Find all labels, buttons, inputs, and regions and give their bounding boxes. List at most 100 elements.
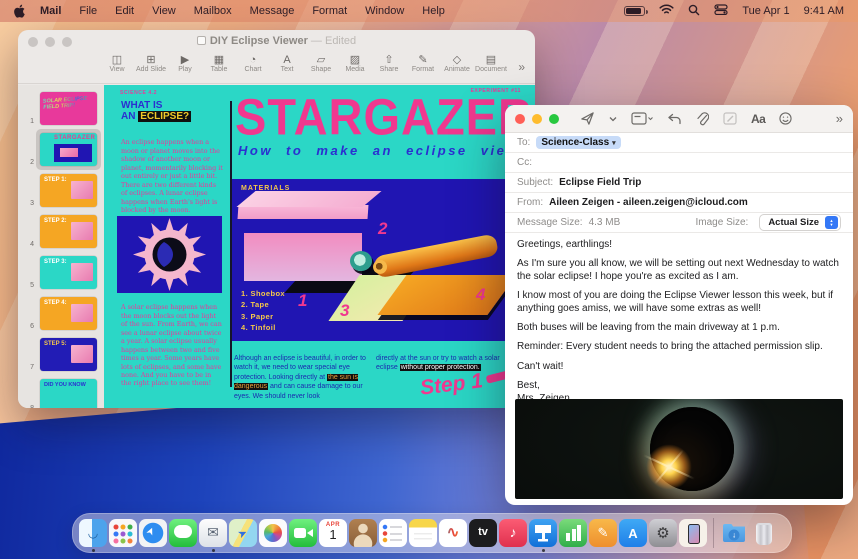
menubar-clock-date[interactable]: Tue Apr 1 <box>742 5 789 17</box>
menu-view[interactable]: View <box>143 5 185 17</box>
slide-thumbnail-8[interactable]: 8 DID YOU KNOW <box>18 376 104 408</box>
dock-finder-icon[interactable] <box>79 519 107 547</box>
slide-thumbnail-2-selected[interactable]: 2 STARGAZER <box>18 130 104 170</box>
desktop: Mail File Edit View Mailbox Message Form… <box>0 0 858 559</box>
toolbar-text-button[interactable]: AText <box>270 54 304 73</box>
dock-iphone-mirroring-icon[interactable] <box>679 519 707 547</box>
toolbar-play-button[interactable]: ▶Play <box>168 54 202 73</box>
format-button[interactable]: Aa <box>751 112 765 126</box>
toolbar-overflow-chevron[interactable]: » <box>518 54 525 80</box>
toolbar-add-slide-button[interactable]: ⊞Add Slide <box>134 54 168 73</box>
eclipse-photo-attachment[interactable] <box>515 399 843 499</box>
mail-toolbar-overflow-chevron[interactable]: » <box>836 111 843 126</box>
menu-message[interactable]: Message <box>241 5 304 17</box>
dock-maps-icon[interactable] <box>229 519 257 547</box>
toolbar-format-button[interactable]: ✎Format <box>406 54 440 73</box>
dock-keynote-icon[interactable] <box>529 519 557 547</box>
header-fields-button[interactable] <box>631 112 653 125</box>
subject-field[interactable]: Subject: Eclipse Field Trip <box>505 173 853 193</box>
image-size-label: Image Size: <box>696 217 749 228</box>
dock-launchpad-icon[interactable] <box>109 519 137 547</box>
slide-thumbnail-3[interactable]: 3 STEP 1: <box>18 171 104 211</box>
keynote-window: DIY Eclipse Viewer — Edited ◫View ⊞Add S… <box>18 30 535 408</box>
mail-traffic-lights[interactable] <box>515 114 559 124</box>
dock-app-store-icon[interactable] <box>619 519 647 547</box>
emoji-button[interactable] <box>779 112 792 125</box>
image-size-select[interactable]: Actual Size ▲▼ <box>759 214 841 231</box>
markup-button[interactable] <box>723 112 737 125</box>
dock-calendar-icon[interactable]: APR 1 <box>319 519 347 547</box>
toolbar-shape-button[interactable]: ▱Shape <box>304 54 338 73</box>
from-field[interactable]: From: Aileen Zeigen - aileen.zeigen@iclo… <box>505 193 853 213</box>
slide-thumbnail-5[interactable]: 5 STEP 3: <box>18 253 104 293</box>
sun-illustration-box <box>117 216 222 293</box>
dock-system-settings-icon[interactable] <box>649 519 677 547</box>
dock-numbers-icon[interactable] <box>559 519 587 547</box>
menu-format[interactable]: Format <box>303 5 356 17</box>
attach-file-button[interactable] <box>696 112 709 126</box>
menu-file[interactable]: File <box>70 5 106 17</box>
slide-thumbnail-4[interactable]: 4 STEP 2: <box>18 212 104 252</box>
menubar-clock-time[interactable]: 9:41 AM <box>804 5 844 17</box>
body-paragraph: Can't wait! <box>517 361 841 373</box>
reply-indicator-icon[interactable] <box>667 113 682 125</box>
tinfoil-roll-illustration <box>373 233 499 278</box>
dock-apple-tv-icon[interactable] <box>469 519 497 547</box>
minimize-button[interactable] <box>532 114 542 124</box>
dock-pages-icon[interactable] <box>589 519 617 547</box>
spotlight-search-icon[interactable] <box>688 4 700 19</box>
slide-thumbnail-1[interactable]: 1 SOLAR ECLIPSE FIELD TRIP! <box>18 89 104 129</box>
slide-thumbnail-6[interactable]: 6 STEP 4: <box>18 294 104 334</box>
toolbar-chart-button[interactable]: ◔Chart <box>236 54 270 73</box>
slide-thumbnail-7[interactable]: 7 STEP 5: <box>18 335 104 375</box>
dock-photos-icon[interactable] <box>259 519 287 547</box>
dock-messages-icon[interactable] <box>169 519 197 547</box>
slide-navigator: 1 SOLAR ECLIPSE FIELD TRIP! 2 STARGAZER … <box>18 85 104 408</box>
menu-edit[interactable]: Edit <box>106 5 143 17</box>
slide-canvas[interactable]: SCIENCE 4.2 EXPERIMENT #11 WHAT IS AN EC… <box>104 85 535 408</box>
toolbar-table-button[interactable]: ▦Table <box>202 54 236 73</box>
material-number-4: 4 <box>476 285 485 305</box>
send-options-chevron-icon[interactable] <box>609 116 617 122</box>
dock-safari-icon[interactable] <box>139 519 167 547</box>
zoom-button[interactable] <box>549 114 559 124</box>
dock-reminders-icon[interactable] <box>379 519 407 547</box>
body-paragraph: Greetings, earthlings! <box>517 239 841 251</box>
shape-icon: ▱ <box>304 54 338 66</box>
menu-app-name[interactable]: Mail <box>31 5 70 17</box>
dock-contacts-icon[interactable] <box>349 519 377 547</box>
play-icon: ▶ <box>168 54 202 66</box>
share-icon: ⇧ <box>372 54 406 66</box>
wifi-icon[interactable] <box>659 4 674 18</box>
toolbar-share-button[interactable]: ⇧Share <box>372 54 406 73</box>
control-center-icon[interactable] <box>714 4 728 18</box>
menu-help[interactable]: Help <box>413 5 454 17</box>
send-button[interactable] <box>580 111 595 126</box>
toolbar-document-button[interactable]: ▤Document <box>474 54 508 73</box>
toolbar-media-button[interactable]: ▨Media <box>338 54 372 73</box>
dock-notes-icon[interactable] <box>409 519 437 547</box>
dock-facetime-icon[interactable] <box>289 519 317 547</box>
apple-menu-icon[interactable] <box>14 4 27 18</box>
dock-downloads-icon[interactable] <box>720 519 748 547</box>
toolbar-animate-button[interactable]: ◇Animate <box>440 54 474 73</box>
to-recipient-token[interactable]: Science-Class▾ <box>536 136 620 149</box>
dock-music-icon[interactable] <box>499 519 527 547</box>
toolbar-view-button[interactable]: ◫View <box>100 54 134 73</box>
to-field[interactable]: To: Science-Class▾ <box>505 133 853 153</box>
eclipse-diamond-ring-flare <box>646 444 692 490</box>
cc-field[interactable]: Cc: <box>505 153 853 173</box>
select-stepper-icon: ▲▼ <box>825 216 838 229</box>
dock-freeform-icon[interactable] <box>439 519 467 547</box>
menu-window[interactable]: Window <box>356 5 413 17</box>
menu-mailbox[interactable]: Mailbox <box>185 5 241 17</box>
dock-mail-icon[interactable] <box>199 519 227 547</box>
media-icon: ▨ <box>338 54 372 66</box>
close-button[interactable] <box>515 114 525 124</box>
slide-title: STARGAZER <box>235 87 533 146</box>
dock-trash-icon[interactable] <box>750 519 778 547</box>
battery-icon[interactable] <box>624 6 645 16</box>
message-body[interactable]: Greetings, earthlings! As I'm sure you a… <box>505 233 853 405</box>
format-brush-icon: ✎ <box>406 54 440 66</box>
keynote-titlebar[interactable]: DIY Eclipse Viewer — Edited <box>18 30 535 54</box>
